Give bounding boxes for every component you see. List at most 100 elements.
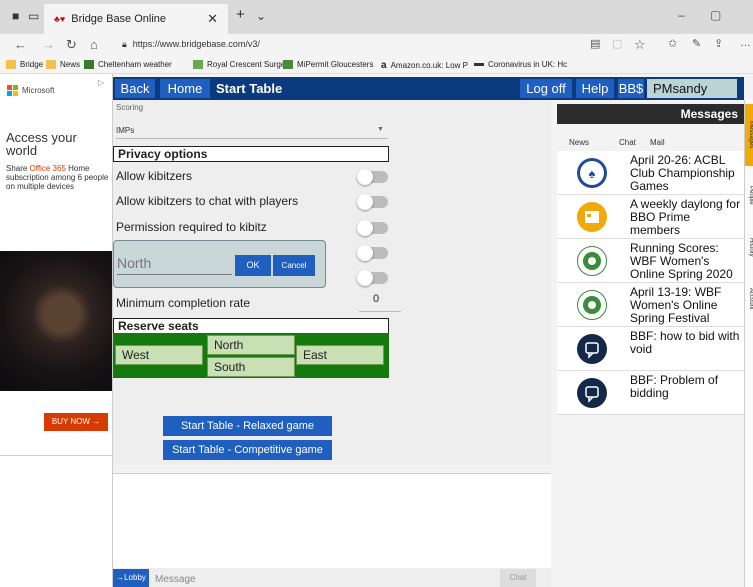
back-button[interactable]: Back	[115, 79, 155, 98]
tab-news[interactable]: News	[569, 138, 589, 147]
ad-choices-icon[interactable]: ▷	[98, 78, 104, 87]
calendar-icon	[577, 202, 607, 232]
chevron-down-icon[interactable]: ⌄	[256, 9, 266, 23]
pen-icon[interactable]: ✎	[692, 37, 701, 50]
tab-mail[interactable]: Mail	[650, 138, 665, 147]
seat-north[interactable]: North	[207, 335, 295, 355]
min-completion-label: Minimum completion rate	[116, 296, 251, 310]
min-completion-underline	[359, 311, 401, 312]
chat-send-button[interactable]: Chat	[500, 569, 536, 587]
refresh-icon[interactable]: ↻	[66, 37, 77, 53]
acbl-logo-icon: ♠	[577, 158, 607, 188]
leaf-icon	[193, 60, 203, 69]
log-off-button[interactable]: Log off	[520, 79, 572, 98]
allow-kibitzers-label: Allow kibitzers	[116, 169, 193, 183]
wbf-logo-icon	[577, 290, 607, 320]
reserve-seats-area: West North East South	[113, 333, 389, 378]
tab-title: Bridge Base Online	[71, 13, 167, 25]
permission-kibitz-label: Permission required to kibitz	[116, 220, 267, 234]
chat-log	[113, 473, 551, 568]
svg-text:♠: ♠	[589, 166, 596, 181]
microsoft-ad[interactable]: Microsoft ▷ Access your world Share Offi…	[0, 74, 113, 587]
favorites-icon[interactable]: ✩	[668, 37, 677, 50]
list-item[interactable]: April 13-19: WBF Women's Online Spring F…	[557, 283, 744, 327]
news-list: ♠ April 20-26: ACBL Club Championship Ga…	[557, 151, 744, 415]
scoring-select[interactable]: IMPs	[116, 126, 134, 135]
home-button[interactable]: Home	[160, 79, 210, 98]
ad-photo-woman-with-phone	[0, 251, 112, 391]
bookmark-weather[interactable]: Cheltenham weather	[84, 60, 172, 69]
share-icon[interactable]: ⇪	[714, 37, 723, 50]
ad-divider	[0, 455, 112, 456]
start-relaxed-button[interactable]: Start Table - Relaxed game	[163, 416, 332, 436]
username-box[interactable]: PMsandy	[647, 79, 737, 98]
allow-kibitzers-toggle[interactable]	[357, 169, 388, 185]
page-title: Start Table	[216, 81, 283, 96]
start-table-panel: Scoring IMPs ▼ Privacy options Allow kib…	[113, 100, 551, 465]
allow-kibitzer-chat-label: Allow kibitzers to chat with players	[116, 194, 299, 208]
side-tab-messages[interactable]: Messages	[745, 104, 753, 166]
speech-bubble-icon	[577, 334, 607, 364]
tab-preview-icon[interactable]: ▭	[28, 9, 39, 23]
extension-icon[interactable]: ▢	[612, 37, 622, 50]
browser-tab[interactable]: ♣♥ Bridge Base Online ✕	[44, 4, 228, 34]
min-completion-input[interactable]: 0	[373, 293, 379, 305]
address-row: ← → ↻ ⌂ 🔒︎ https://www.bridgebase.com/v3/…	[0, 34, 753, 56]
url-bar[interactable]: 🔒︎ https://www.bridgebase.com/v3/	[116, 36, 586, 53]
star-icon[interactable]: ☆	[634, 37, 646, 53]
bookmark-coronavirus[interactable]: Coronavirus in UK: Hc	[474, 60, 567, 69]
list-item[interactable]: Running Scores: WBF Women's Online Sprin…	[557, 239, 744, 283]
tab-actions-icon[interactable]: ■	[12, 9, 19, 23]
cancel-button[interactable]: Cancel	[273, 255, 315, 276]
home-icon[interactable]: ⌂	[90, 37, 98, 52]
weather-icon	[84, 60, 94, 69]
more-icon[interactable]: …	[740, 37, 751, 49]
list-item[interactable]: BBF: Problem of bidding	[557, 371, 744, 415]
reserve-seats-header: Reserve seats	[113, 318, 389, 334]
ad-headline: Access your world	[6, 130, 77, 158]
permission-kibitz-toggle[interactable]	[357, 220, 388, 236]
reading-view-icon[interactable]: ▤	[590, 37, 600, 50]
side-tab-people[interactable]: People	[745, 170, 753, 220]
scoring-label: Scoring	[116, 103, 144, 112]
side-tabs: Messages People History Account	[744, 100, 753, 587]
bookmark-news[interactable]: News	[46, 60, 80, 69]
list-item[interactable]: ♠ April 20-26: ACBL Club Championship Ga…	[557, 151, 744, 195]
bookmark-mipermit[interactable]: MiPermit Gloucesters	[283, 60, 373, 69]
bookmark-amazon[interactable]: a Amazon.co.uk: Low P	[381, 60, 468, 71]
url-text: https://www.bridgebase.com/v3/	[132, 39, 260, 49]
lobby-button[interactable]: →Lobby	[113, 569, 149, 587]
tab-chat[interactable]: Chat	[619, 138, 636, 147]
lock-icon: 🔒︎	[122, 39, 127, 49]
back-arrow-icon[interactable]: ←	[14, 37, 27, 52]
hidden-option-toggle-2[interactable]	[357, 270, 388, 286]
buy-now-button[interactable]: BUY NOW →	[44, 413, 108, 431]
hidden-option-toggle[interactable]	[357, 245, 388, 261]
seat-east[interactable]: East	[296, 345, 384, 365]
start-competitive-button[interactable]: Start Table - Competitive game	[163, 440, 332, 460]
bookmark-bridge[interactable]: Bridge	[6, 60, 43, 69]
help-button[interactable]: Help	[576, 79, 614, 98]
browser-tab-bar: ■ ▭ ♣♥ Bridge Base Online ✕ + ⌄ – ▢	[0, 0, 753, 34]
seat-name-input[interactable]: North	[117, 255, 151, 271]
seat-south[interactable]: South	[207, 357, 295, 377]
side-tab-history[interactable]: History	[745, 224, 753, 270]
side-tab-account[interactable]: Account	[745, 274, 753, 324]
list-item[interactable]: BBF: how to bid with void	[557, 327, 744, 371]
ad-subtext: Share Office 365 Home subscription among…	[6, 164, 109, 191]
close-icon[interactable]: ✕	[207, 11, 218, 27]
bookmark-surge[interactable]: Royal Crescent Surge	[193, 60, 285, 69]
seat-west[interactable]: West	[115, 345, 203, 365]
message-input[interactable]: Message	[155, 574, 196, 585]
dropdown-arrow-icon[interactable]: ▼	[377, 126, 384, 133]
ok-button[interactable]: OK	[235, 255, 271, 276]
forward-arrow-icon[interactable]: →	[42, 37, 55, 52]
new-tab-icon[interactable]: +	[236, 6, 245, 23]
list-item[interactable]: A weekly daylong for BBO Prime members	[557, 195, 744, 239]
messages-title: Messages	[557, 104, 744, 124]
minimize-icon[interactable]: –	[678, 8, 685, 22]
allow-kibitzer-chat-toggle[interactable]	[357, 194, 388, 210]
amazon-icon: a	[381, 60, 387, 71]
maximize-icon[interactable]: ▢	[710, 8, 721, 22]
bbs-button[interactable]: BB$	[618, 79, 644, 98]
